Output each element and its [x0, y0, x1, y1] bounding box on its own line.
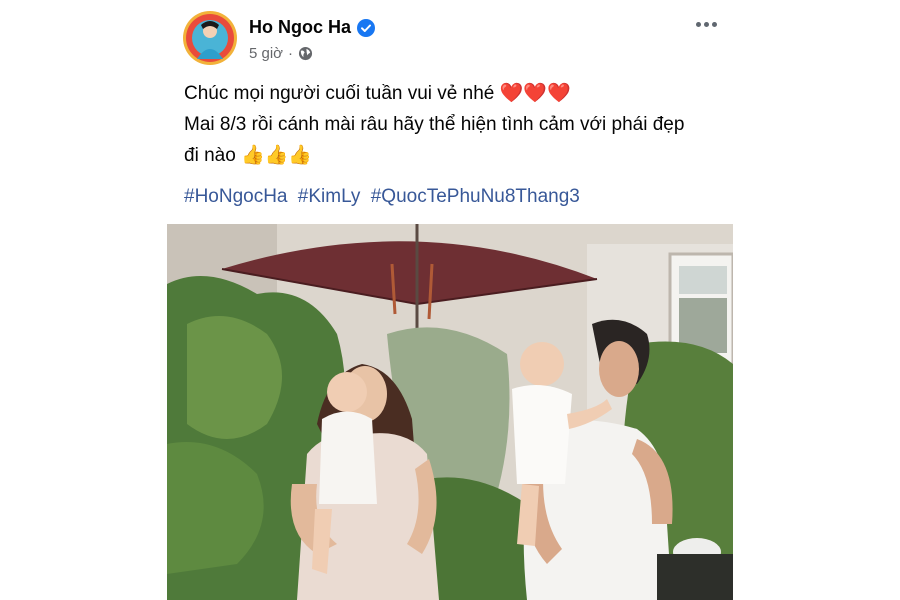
family-garden-photo [167, 224, 733, 600]
author-name[interactable]: Ho Ngoc Ha [249, 17, 351, 38]
hashtag-link[interactable]: #KimLy [298, 186, 361, 207]
verified-badge-icon [357, 18, 376, 37]
post-timestamp[interactable]: 5 giờ [249, 45, 283, 62]
hashtag-link[interactable]: #HoNgocHa [184, 186, 288, 207]
author-name-row[interactable]: Ho Ngoc Ha [249, 17, 376, 38]
meta-separator: · [288, 45, 294, 62]
thumbs-up-emoji-icons: 👍👍👍 [241, 145, 313, 166]
avatar-image [183, 11, 237, 65]
post-text: Chúc mọi người cuối tuần vui vẻ nhé ❤️❤️… [184, 78, 744, 171]
more-options-icon[interactable] [690, 12, 722, 36]
post-text-line-1: Chúc mọi người cuối tuần vui vẻ nhé ❤️❤️… [184, 83, 571, 104]
post-text-line-2: Mai 8/3 rồi cánh mài râu hãy thể hiện tì… [184, 114, 685, 135]
hashtag-link[interactable]: #QuocTePhuNu8Thang3 [371, 186, 580, 207]
facebook-post: Ho Ngoc Ha 5 giờ · Chúc mọi người cuối t… [0, 0, 900, 600]
author-avatar[interactable] [183, 11, 237, 65]
heart-emoji-icons: ❤️❤️❤️ [499, 83, 571, 104]
hashtag-list: #HoNgocHa #KimLy #QuocTePhuNu8Thang3 [184, 186, 585, 208]
globe-icon[interactable] [298, 46, 313, 61]
post-photo[interactable] [167, 224, 733, 600]
post-meta: 5 giờ · [249, 45, 313, 62]
post-text-line-3: đi nào 👍👍👍 [184, 145, 313, 166]
